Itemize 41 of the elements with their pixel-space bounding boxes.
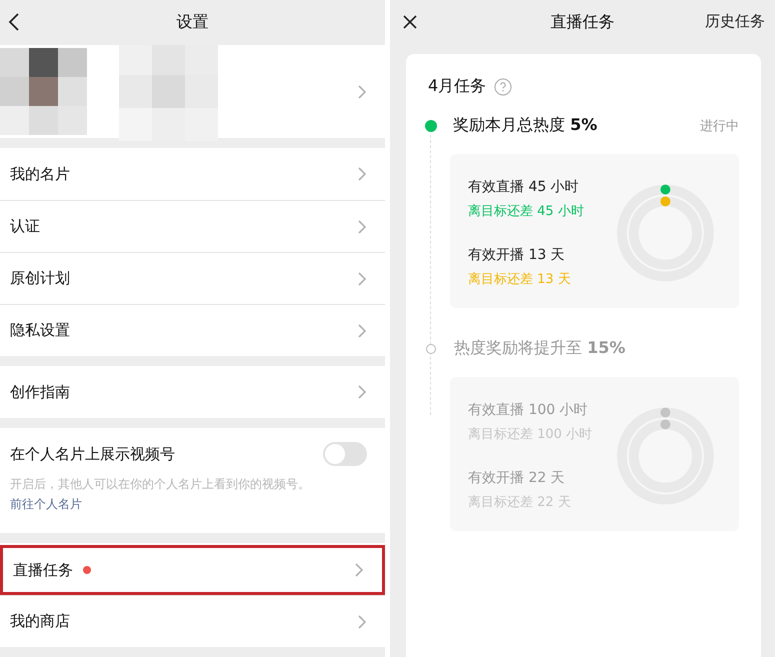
row-label: 认证 xyxy=(10,217,40,236)
row-label: 原创计划 xyxy=(10,269,70,288)
page-title: 直播任务 xyxy=(550,12,614,33)
chevron-icon xyxy=(354,562,364,578)
chevron-icon xyxy=(357,322,367,338)
menu-row[interactable]: 我的商店 xyxy=(0,595,385,647)
row-label: 创作指南 xyxy=(10,382,70,402)
task-label: 有效开播 13 天 xyxy=(468,246,566,264)
page-title: 设置 xyxy=(176,12,208,33)
chevron-icon xyxy=(357,614,367,630)
back-icon[interactable] xyxy=(8,12,20,32)
menu-row[interactable]: 原创计划 xyxy=(0,252,385,304)
menu-row[interactable]: 直播任务 xyxy=(0,545,385,595)
chevron-icon xyxy=(357,84,367,100)
section-title: 4月任务 xyxy=(428,76,486,97)
menu-row[interactable]: 我的名片 xyxy=(0,148,385,200)
task-label: 有效开播 22 天 xyxy=(468,469,566,487)
chevron-icon xyxy=(357,384,367,400)
tier-title: 热度奖励将提升至 15% xyxy=(454,338,626,359)
chevron-icon xyxy=(357,218,367,234)
row-label: 隐私设置 xyxy=(10,321,70,340)
menu-row[interactable]: 认证 xyxy=(0,200,385,252)
chevron-icon xyxy=(357,270,367,286)
history-button[interactable]: 历史任务 xyxy=(705,12,765,31)
tier-title: 奖励本月总热度 5% xyxy=(453,115,598,136)
status-label: 进行中 xyxy=(700,118,739,134)
toggle-switch[interactable] xyxy=(323,442,367,466)
remaining-text: 离目标还差 13 天 xyxy=(468,271,572,288)
description-text: 开启后，其他人可以在你的个人名片上看到你的视频号。 前往个人名片 xyxy=(10,476,311,513)
chevron-icon xyxy=(357,166,367,182)
close-icon[interactable] xyxy=(402,14,418,30)
row-label: 我的商店 xyxy=(10,612,70,631)
task-label: 有效直播 45 小时 xyxy=(468,178,580,196)
row-label: 在个人名片上展示视频号 xyxy=(10,444,175,464)
remaining-text: 离目标还差 45 小时 xyxy=(468,203,585,220)
task-label: 有效直播 100 小时 xyxy=(468,401,589,419)
row-label: 我的名片 xyxy=(10,164,70,184)
menu-row[interactable]: 隐私设置 xyxy=(0,304,385,356)
profile-link[interactable]: 前往个人名片 xyxy=(10,497,82,511)
row-label: 直播任务 xyxy=(13,560,73,580)
menu-row[interactable]: 创作指南 xyxy=(0,366,385,418)
